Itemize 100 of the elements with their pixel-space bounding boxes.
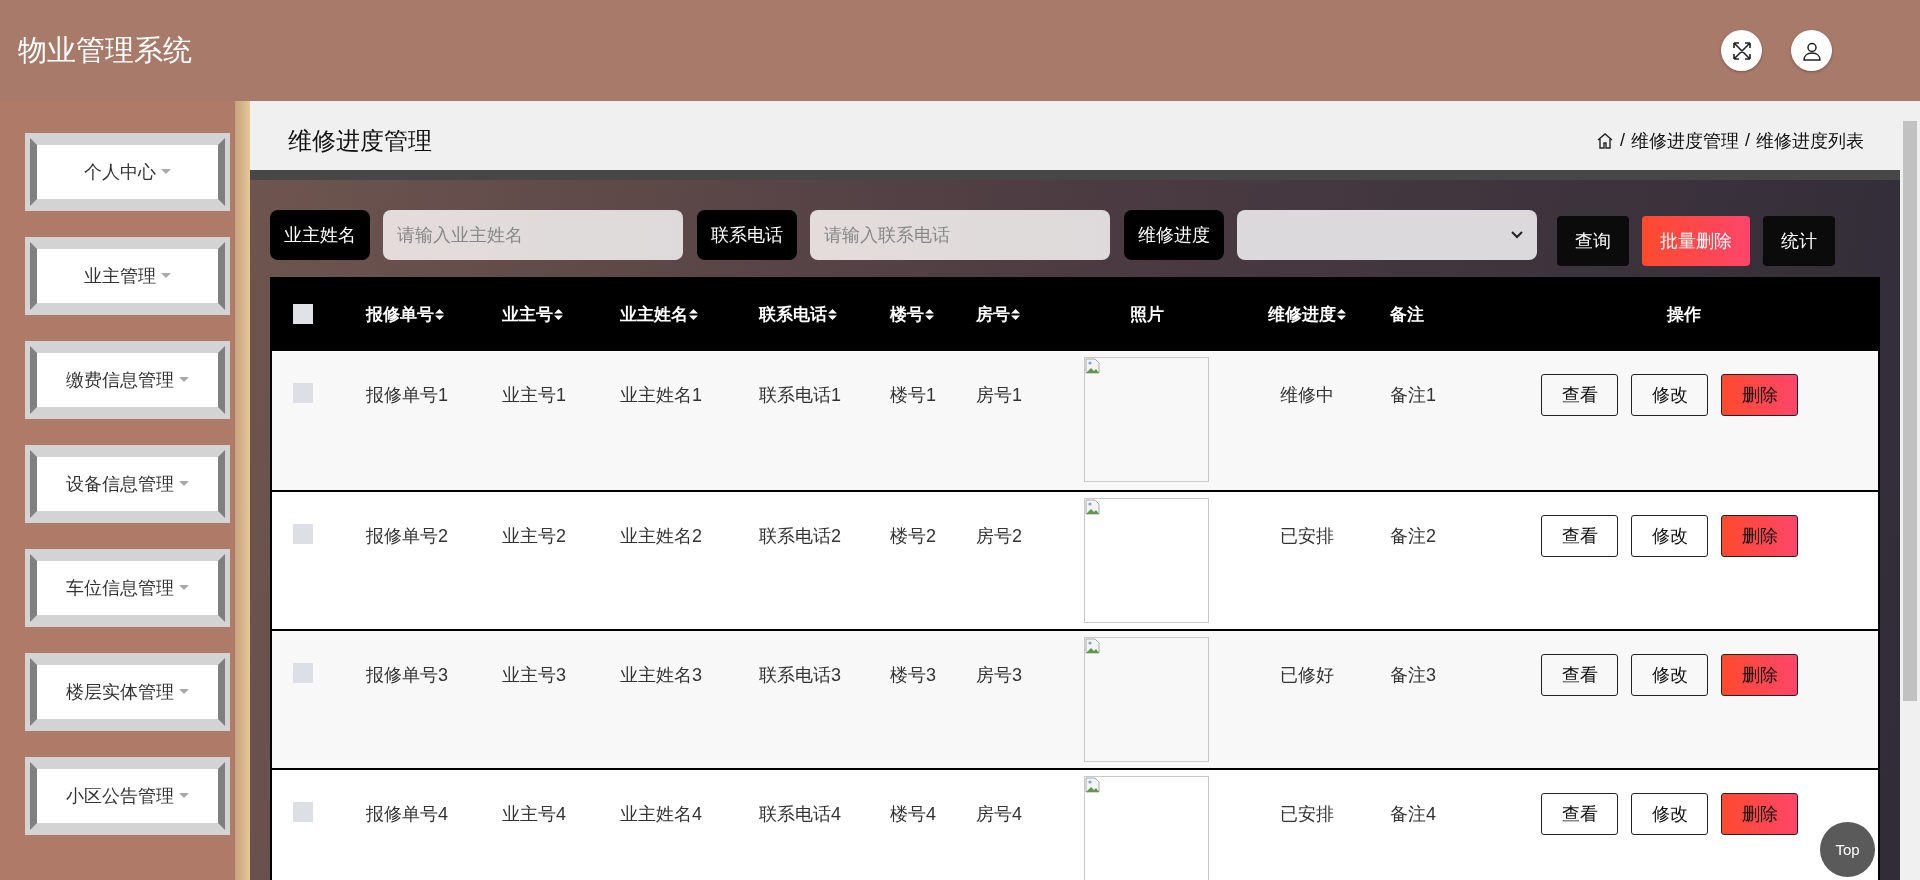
sidebar-item[interactable]: 设备信息管理	[25, 445, 230, 523]
table-cell-text: 已安排	[1280, 803, 1334, 826]
home-icon[interactable]	[1595, 131, 1614, 150]
caret-icon	[179, 585, 189, 591]
action-button[interactable]: 查询	[1557, 216, 1629, 266]
breadcrumb-separator: /	[1745, 130, 1750, 151]
column-header: 备注	[1390, 303, 1424, 326]
table-cell-text: 业主姓名2	[620, 525, 702, 548]
table-cell-text: 报修单号3	[366, 664, 448, 687]
table-cell-text: 备注4	[1390, 803, 1436, 826]
table-cell-text: 备注2	[1390, 525, 1436, 548]
breadcrumb-link[interactable]: 维修进度管理	[1631, 128, 1739, 153]
table-cell-text: 业主号3	[502, 664, 566, 687]
user-button[interactable]	[1791, 30, 1832, 71]
table-cell-text: 联系电话4	[759, 803, 841, 826]
table-cell-text: 业主姓名1	[620, 384, 702, 407]
action-button[interactable]: 查看	[1541, 793, 1618, 835]
table-cell-text: 楼号3	[890, 664, 936, 687]
select-all-checkbox[interactable]	[293, 304, 313, 324]
breadcrumb-separator: /	[1619, 130, 1625, 151]
caret-icon	[179, 377, 189, 383]
column-header: 操作	[1667, 303, 1701, 326]
table-cell-text: 业主号4	[502, 803, 566, 826]
table-cell-text: 已安排	[1280, 525, 1334, 548]
row-checkbox[interactable]	[293, 663, 313, 683]
column-header[interactable]: 维修进度	[1268, 302, 1346, 326]
row-checkbox[interactable]	[293, 524, 313, 544]
table-cell-text: 房号3	[976, 664, 1022, 687]
page-title: 维修进度管理	[288, 125, 432, 156]
sidebar-item[interactable]: 小区公告管理	[25, 757, 230, 835]
table-cell-text: 报修单号4	[366, 803, 448, 826]
caret-icon	[161, 169, 171, 175]
table-cell-text: 楼号4	[890, 803, 936, 826]
action-button[interactable]: 修改	[1631, 515, 1708, 557]
column-header[interactable]: 业主姓名	[620, 302, 698, 326]
field-label: 联系电话	[697, 210, 797, 260]
sidebar-item[interactable]: 楼层实体管理	[25, 653, 230, 731]
action-button[interactable]: 修改	[1631, 374, 1708, 416]
fullscreen-icon	[1731, 40, 1752, 61]
action-button[interactable]: 修改	[1631, 793, 1708, 835]
table-cell-text: 楼号1	[890, 384, 936, 407]
column-header[interactable]: 报修单号	[366, 302, 444, 326]
table-cell-text: 业主号2	[502, 525, 566, 548]
table-cell-text: 已修好	[1280, 664, 1334, 687]
column-header[interactable]: 联系电话	[759, 302, 837, 326]
table-cell-text: 房号4	[976, 803, 1022, 826]
table-cell-text: 报修单号1	[366, 384, 448, 407]
delete-button[interactable]: 删除	[1721, 515, 1798, 557]
table-cell-text: 备注3	[1390, 664, 1436, 687]
broken-image-icon	[1085, 777, 1101, 793]
sort-icon	[1011, 307, 1020, 321]
table-cell-text: 报修单号2	[366, 525, 448, 548]
column-header: 照片	[1130, 303, 1164, 326]
scrollbar[interactable]	[1900, 101, 1920, 880]
caret-icon	[1511, 231, 1523, 239]
sort-icon	[1337, 307, 1346, 321]
table-cell-text: 房号1	[976, 384, 1022, 407]
column-header[interactable]: 业主号	[502, 302, 563, 326]
action-button[interactable]: 查看	[1541, 515, 1618, 557]
action-button[interactable]: 统计	[1763, 216, 1835, 266]
column-header[interactable]: 房号	[976, 302, 1020, 326]
sidebar-item[interactable]: 缴费信息管理	[25, 341, 230, 419]
sort-icon	[925, 307, 934, 321]
user-icon	[1801, 40, 1822, 61]
table-cell-text: 联系电话3	[759, 664, 841, 687]
caret-icon	[161, 273, 171, 279]
search-field[interactable]: 请输入联系电话	[810, 210, 1110, 260]
row-checkbox[interactable]	[293, 802, 313, 822]
sort-icon	[435, 307, 444, 321]
delete-button[interactable]: 删除	[1721, 374, 1798, 416]
sidebar-item[interactable]: 车位信息管理	[25, 549, 230, 627]
table-cell-text: 楼号2	[890, 525, 936, 548]
table-cell-text: 联系电话2	[759, 525, 841, 548]
table-cell-text: 房号2	[976, 525, 1022, 548]
caret-icon	[179, 481, 189, 487]
table-cell-text: 业主姓名3	[620, 664, 702, 687]
progress-select[interactable]	[1237, 210, 1537, 260]
table-cell-text: 备注1	[1390, 384, 1436, 407]
field-label: 业主姓名	[270, 210, 370, 260]
table-cell-text: 业主号1	[502, 384, 566, 407]
table-cell-text: 联系电话1	[759, 384, 841, 407]
search-field[interactable]: 请输入业主姓名	[383, 210, 683, 260]
action-button[interactable]: 查看	[1541, 374, 1618, 416]
column-header[interactable]: 楼号	[890, 302, 934, 326]
fullscreen-button[interactable]	[1721, 30, 1762, 71]
breadcrumb-link[interactable]: 维修进度列表	[1756, 128, 1864, 153]
delete-button[interactable]: 删除	[1721, 793, 1798, 835]
table-cell-text: 业主姓名4	[620, 803, 702, 826]
sidebar-item[interactable]: 业主管理	[25, 237, 230, 315]
delete-button[interactable]: 删除	[1721, 654, 1798, 696]
sort-icon	[828, 307, 837, 321]
row-checkbox[interactable]	[293, 383, 313, 403]
table-cell-text: 维修中	[1280, 384, 1334, 407]
broken-image-icon	[1085, 499, 1101, 515]
sidebar-item[interactable]: 个人中心	[25, 133, 230, 211]
action-button[interactable]: 查看	[1541, 654, 1618, 696]
action-button[interactable]: 修改	[1631, 654, 1708, 696]
caret-icon	[179, 689, 189, 695]
app-title: 物业管理系统	[18, 32, 192, 68]
sort-icon	[554, 307, 563, 321]
